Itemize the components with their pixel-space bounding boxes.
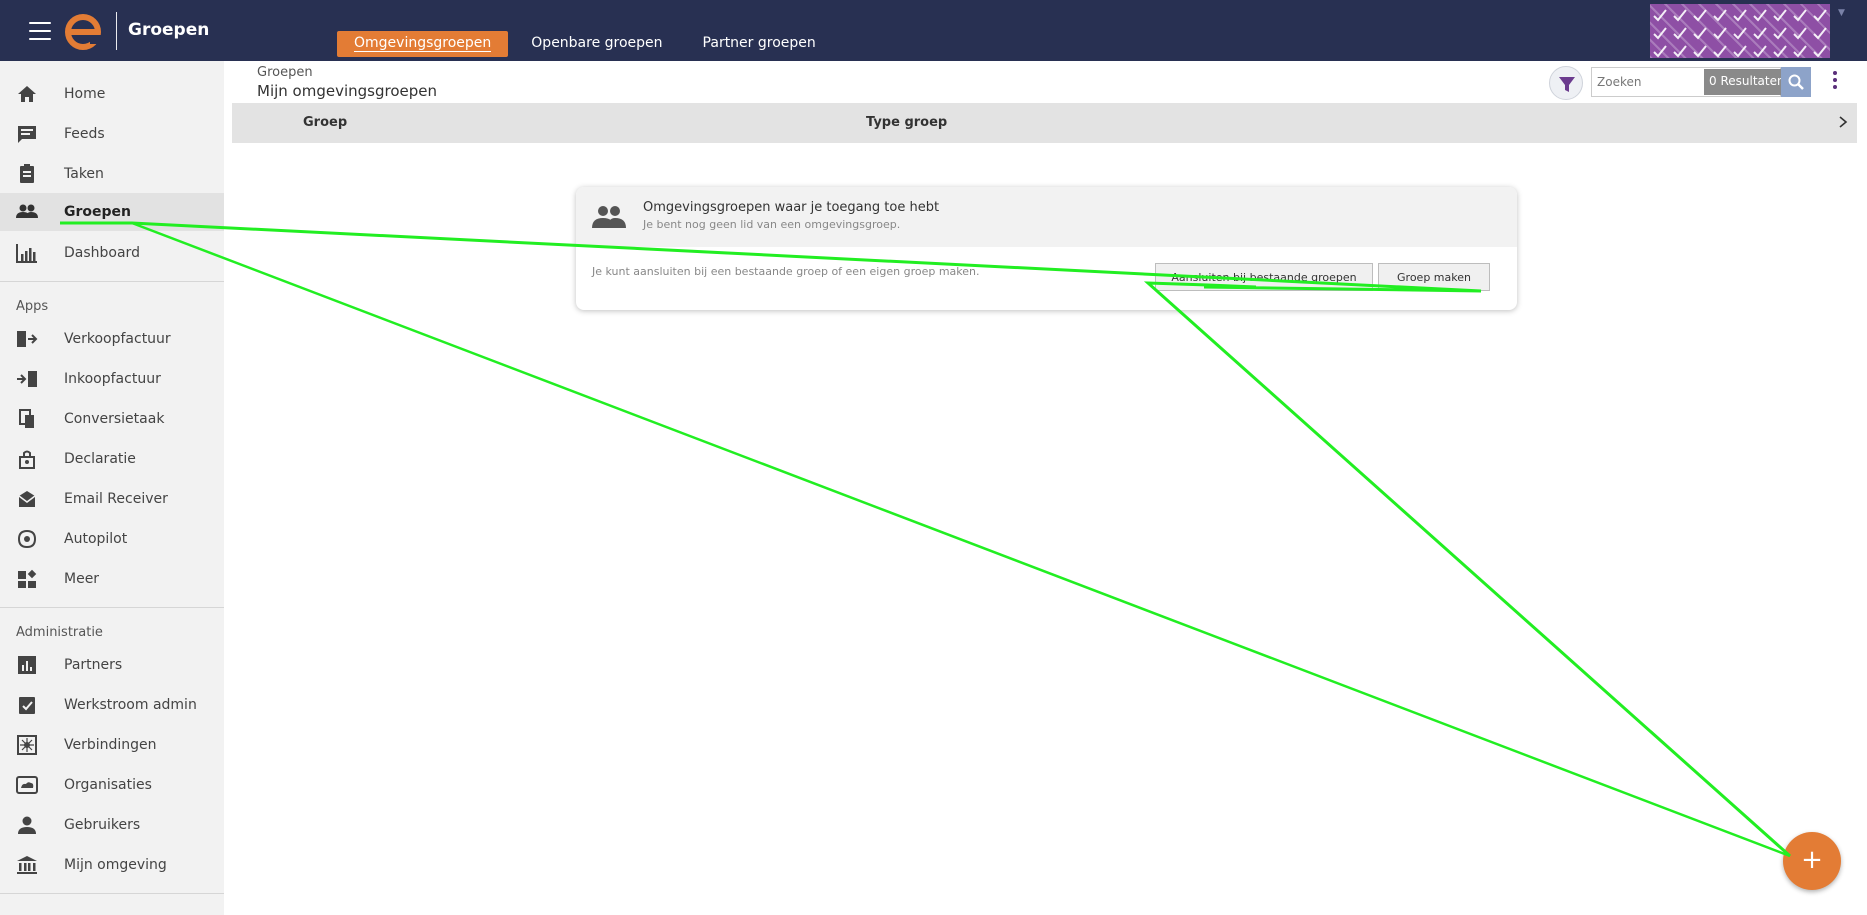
chevron-down-icon[interactable]: ▼ — [1838, 8, 1845, 18]
sidebar-item-verbindingen[interactable]: Verbindingen — [0, 726, 224, 764]
sidebar-item-email-receiver[interactable]: Email Receiver — [0, 480, 224, 518]
search-input[interactable] — [1592, 68, 1704, 96]
tab-omgevingsgroepen[interactable]: Omgevingsgroepen — [337, 31, 509, 57]
admin-section-title: Administratie — [16, 625, 103, 640]
sidebar-item-declaratie[interactable]: Declaratie — [0, 440, 224, 478]
sidebar-item-label: Meer — [64, 571, 100, 587]
search-button[interactable] — [1781, 67, 1811, 97]
filter-button[interactable] — [1549, 66, 1583, 100]
clipboard-icon — [20, 164, 34, 183]
panel-title: Omgevingsgroepen waar je toegang toe heb… — [643, 200, 940, 215]
sidebar-item-label: Autopilot — [64, 531, 128, 547]
sidebar-item-label: Mijn omgeving — [64, 857, 167, 873]
feeds-icon — [18, 126, 36, 143]
sidebar-item-inkoopfactuur[interactable]: Inkoopfactuur — [0, 360, 224, 398]
sidebar-item-label: Declaratie — [64, 451, 136, 467]
sidebar-item-label: Home — [64, 86, 106, 102]
sidebar-item-groepen[interactable]: Groepen — [0, 193, 224, 231]
conversion-icon — [19, 409, 34, 428]
top-bar: Groepen Omgevingsgroepen Openbare groepe… — [0, 0, 1867, 61]
tab-openbare-groepen[interactable]: Openbare groepen — [514, 31, 679, 57]
sidebar-item-taken[interactable]: Taken — [0, 155, 224, 193]
breadcrumb[interactable]: Groepen — [257, 65, 313, 80]
connections-icon — [17, 735, 37, 755]
sidebar-item-label: Organisaties — [64, 777, 152, 793]
partners-icon — [18, 656, 36, 674]
avatar[interactable] — [1650, 4, 1830, 58]
filter-icon — [1559, 77, 1575, 92]
autopilot-icon — [17, 529, 37, 549]
sidebar-item-label: Conversietaak — [64, 411, 165, 427]
building-icon — [17, 856, 37, 874]
sidebar-item-label: Verkoopfactuur — [64, 331, 171, 347]
sidebar-item-label: Email Receiver — [64, 491, 168, 507]
search-icon — [1788, 74, 1804, 90]
menu-icon[interactable] — [29, 22, 51, 40]
people-icon — [592, 206, 626, 228]
apps-section-title: Apps — [16, 299, 49, 314]
column-header-type-groep[interactable]: Type groep — [866, 115, 947, 130]
sidebar-item-label: Werkstroom admin — [64, 697, 197, 713]
sidebar-item-home[interactable]: Home — [0, 75, 224, 113]
sidebar-item-partners[interactable]: Partners — [0, 646, 224, 684]
table-header: Groep Type groep — [232, 103, 1857, 143]
sidebar-divider — [0, 893, 224, 894]
chevron-right-icon[interactable] — [1836, 113, 1850, 131]
sidebar-item-label: Dashboard — [64, 245, 140, 261]
avatar-pattern-icon — [1653, 9, 1827, 58]
sidebar-divider — [0, 607, 224, 608]
panel-header: Omgevingsgroepen waar je toegang toe heb… — [576, 187, 1517, 247]
tab-partner-groepen[interactable]: Partner groepen — [686, 31, 833, 57]
sidebar-item-label: Verbindingen — [64, 737, 157, 753]
sidebar-item-label: Feeds — [64, 126, 105, 142]
sidebar-item-verkoopfactuur[interactable]: Verkoopfactuur — [0, 320, 224, 358]
invoice-in-icon — [17, 371, 37, 387]
results-count-badge: 0 Resultaten — [1704, 69, 1790, 95]
sidebar-item-conversietaak[interactable]: Conversietaak — [0, 400, 224, 438]
sidebar: Home Feeds Taken Groepen Dashboard Apps … — [0, 61, 224, 915]
panel-subtitle: Je bent nog geen lid van een omgevingsgr… — [643, 218, 901, 231]
more-options-icon[interactable] — [1832, 71, 1838, 91]
sidebar-item-label: Groepen — [64, 204, 131, 220]
organizations-icon — [16, 776, 38, 794]
sidebar-item-mijn-omgeving[interactable]: Mijn omgeving — [0, 846, 224, 884]
empty-state-panel: Omgevingsgroepen waar je toegang toe heb… — [576, 187, 1517, 310]
sidebar-item-label: Inkoopfactuur — [64, 371, 161, 387]
group-tabs: Omgevingsgroepen Openbare groepen Partne… — [337, 31, 839, 57]
create-group-button[interactable]: Groep maken — [1378, 263, 1490, 291]
join-existing-groups-button[interactable]: Aansluiten bij bestaande groepen — [1155, 263, 1373, 291]
sidebar-item-autopilot[interactable]: Autopilot — [0, 520, 224, 558]
page-title: Mijn omgevingsgroepen — [257, 82, 437, 100]
sidebar-item-gebruikers[interactable]: Gebruikers — [0, 806, 224, 844]
sidebar-item-label: Partners — [64, 657, 123, 673]
app-logo — [65, 14, 102, 50]
chart-icon — [16, 244, 37, 263]
sidebar-item-dashboard[interactable]: Dashboard — [0, 234, 224, 272]
add-button[interactable]: + — [1783, 832, 1841, 890]
email-icon — [18, 491, 36, 507]
sidebar-item-label: Gebruikers — [64, 817, 141, 833]
main-content: Groepen Mijn omgevingsgroepen 0 Resultat… — [232, 61, 1857, 915]
sidebar-item-meer[interactable]: Meer — [0, 560, 224, 598]
panel-body-text: Je kunt aansluiten bij een bestaande gro… — [592, 265, 980, 278]
workflow-icon — [19, 697, 35, 714]
sidebar-item-feeds[interactable]: Feeds — [0, 115, 224, 153]
sidebar-divider — [0, 281, 224, 282]
invoice-out-icon — [17, 331, 38, 347]
column-header-groep[interactable]: Groep — [303, 115, 347, 130]
app-title: Groepen — [128, 20, 210, 40]
sidebar-item-organisaties[interactable]: Organisaties — [0, 766, 224, 804]
sidebar-item-label: Taken — [64, 166, 104, 182]
expense-icon — [19, 450, 35, 469]
people-icon — [16, 204, 38, 218]
header-divider — [116, 12, 117, 50]
sidebar-item-werkstroom-admin[interactable]: Werkstroom admin — [0, 686, 224, 724]
home-icon — [18, 86, 36, 102]
user-icon — [18, 816, 36, 834]
more-apps-icon — [18, 569, 37, 588]
